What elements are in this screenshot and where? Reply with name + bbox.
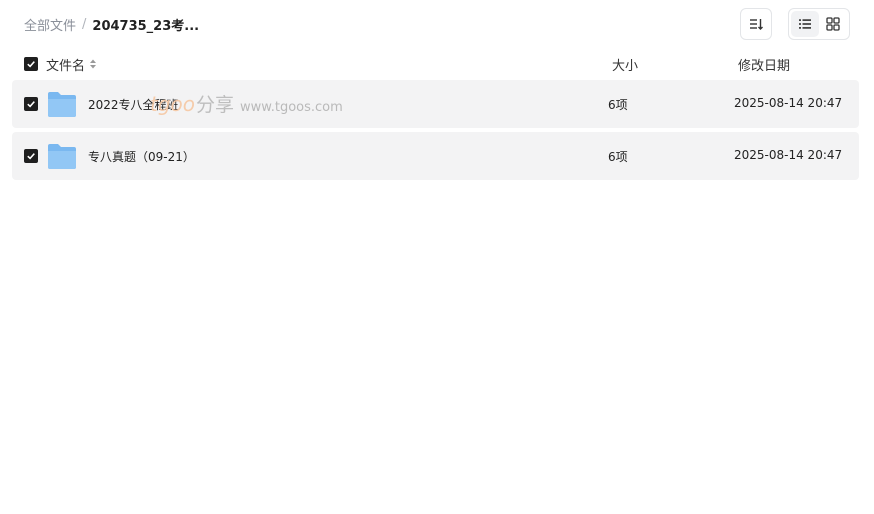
file-size: 6项: [608, 98, 628, 112]
grid-view-button[interactable]: [819, 11, 847, 37]
view-toggle: [788, 8, 850, 40]
select-all-checkbox[interactable]: [24, 57, 38, 71]
list-view-icon: [799, 19, 811, 29]
list-view-button[interactable]: [791, 11, 819, 37]
column-header-name[interactable]: 文件名: [46, 55, 97, 74]
breadcrumb: 全部文件 / 204735_23考...: [24, 14, 199, 34]
checkmark-icon: [27, 153, 35, 160]
file-modified-date: 2025-08-14 20:47: [734, 148, 843, 162]
grid-view-icon: [826, 17, 840, 31]
column-header-name-label: 文件名: [46, 58, 86, 74]
checkmark-icon: [27, 61, 35, 68]
table-header: 文件名 大小 修改日期: [12, 50, 859, 78]
checkmark-icon: [27, 101, 35, 108]
breadcrumb-current: 204735_23考...: [92, 18, 200, 34]
folder-icon: [48, 92, 76, 117]
sort-button[interactable]: [740, 8, 772, 40]
breadcrumb-separator: /: [82, 16, 87, 32]
column-header-size[interactable]: 大小: [612, 55, 638, 74]
file-modified-date: 2025-08-14 20:47: [734, 96, 843, 110]
file-name[interactable]: 2022专八全程班: [88, 96, 179, 113]
row-checkbox[interactable]: [24, 97, 38, 111]
table-row[interactable]: 专八真题（09-21） 6项 2025-08-14 20:47: [12, 132, 859, 180]
row-checkbox[interactable]: [24, 149, 38, 163]
file-size: 6项: [608, 150, 628, 164]
sort-arrows-icon: [89, 58, 97, 70]
sort-icon: [750, 19, 763, 30]
column-header-date[interactable]: 修改日期: [738, 55, 790, 74]
table-row[interactable]: 2022专八全程班 6项 2025-08-14 20:47: [12, 80, 859, 128]
folder-icon: [48, 144, 76, 169]
breadcrumb-root-link[interactable]: 全部文件: [24, 15, 76, 34]
file-name[interactable]: 专八真题（09-21）: [88, 148, 195, 165]
